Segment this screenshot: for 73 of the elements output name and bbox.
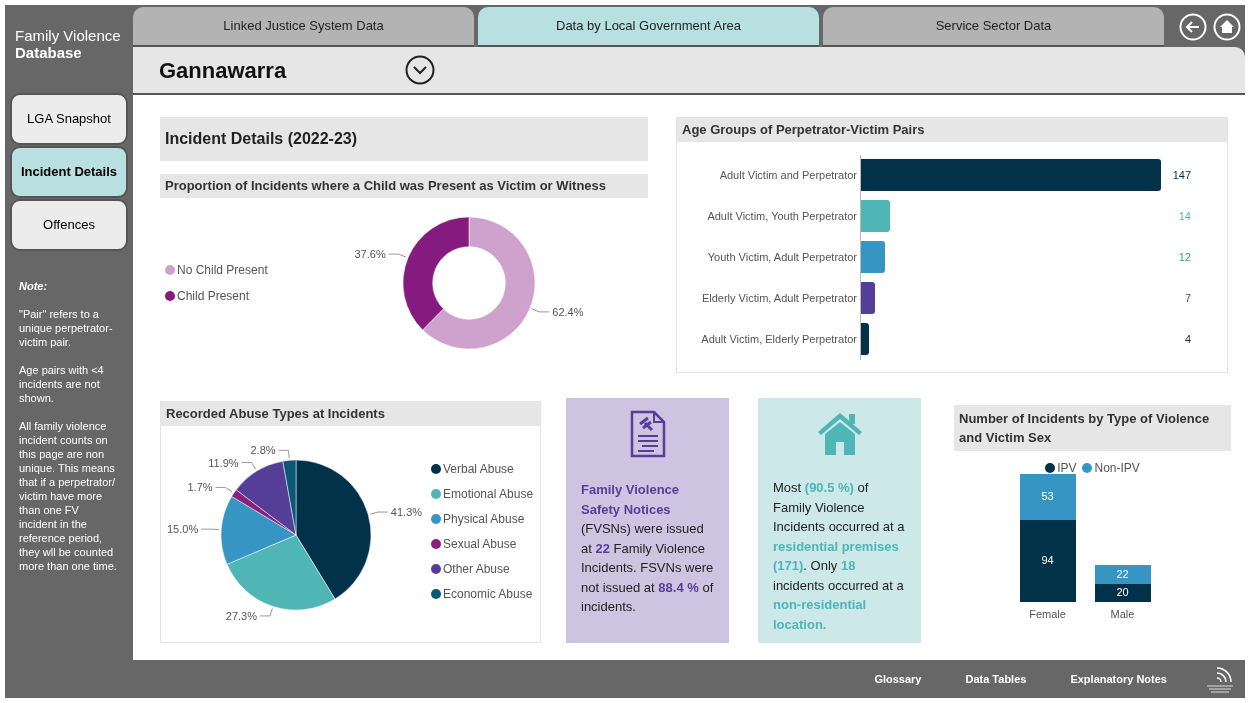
note-title: Note:	[19, 279, 49, 293]
info-text: Most (90.5 %) of Family Violence Incidents occurred at a residential premises (171). Only 18 incidents occurred at a non-residential location.	[772, 479, 906, 634]
footer-link[interactable]: Data Tables	[965, 670, 1027, 688]
data-label: 11.9%	[208, 456, 239, 469]
chart-bar	[861, 323, 870, 355]
axis-label: Elderly Victim, Adult Perpetrator	[700, 290, 858, 306]
dropdown-icon[interactable]	[405, 55, 435, 85]
legend-label: Economic Abuse	[443, 585, 533, 603]
axis-label: Adult Victim and Perpetrator	[718, 167, 858, 183]
axis-label: Male	[1110, 606, 1135, 622]
data-label: 27.3%	[225, 607, 273, 622]
nav-button[interactable]: Incident Details	[10, 146, 128, 198]
legend-label: Emotional Abuse	[443, 485, 534, 503]
axis-label: Adult Victim, Elderly Perpetrator	[700, 331, 858, 347]
data-label: 12	[1177, 249, 1191, 265]
legend-label: Sexual Abuse	[443, 535, 517, 553]
data-label: 2.8%	[250, 443, 276, 456]
chart-title: Number of Incidents by Type of Violence and Victim Sex	[954, 405, 1231, 451]
data-label: 147	[1171, 167, 1191, 183]
legend-label: Child Present	[177, 288, 250, 305]
document-gavel-icon	[629, 410, 666, 458]
nav-button[interactable]: Offences	[10, 199, 128, 251]
chart-title: Recorded Abuse Types at Incidents	[161, 402, 540, 426]
nav-button[interactable]: LGA Snapshot	[10, 93, 128, 145]
legend-label: Verbal Abuse	[443, 460, 514, 478]
footer-link[interactable]: Glossary	[874, 670, 922, 688]
app-title: Family Violence	[15, 27, 122, 44]
tab[interactable]: Linked Justice System Data	[133, 7, 474, 47]
legend-label: Physical Abuse	[443, 510, 525, 528]
data-label: 7	[1183, 290, 1191, 306]
data-label: 27.3%	[225, 609, 258, 622]
chart-bar	[861, 241, 886, 273]
chart-title: Age Groups of Perpetrator-Victim Pairs	[677, 118, 1227, 142]
data-label: 14	[1177, 208, 1191, 224]
chart-title: Proportion of Incidents where a Child was Present as Victim or Witness	[160, 174, 648, 198]
data-label: 15.0%	[167, 522, 199, 535]
data-label: 4	[1183, 331, 1191, 347]
data-label: 20	[1116, 587, 1129, 599]
data-label: 62.4%	[531, 305, 584, 318]
legend-label: Other Abuse	[443, 560, 510, 578]
section-title: Incident Details (2022-23)	[160, 117, 648, 161]
axis-label: Youth Victim, Adult Perpetrator	[706, 249, 858, 265]
data-label: 15.0%	[167, 522, 220, 535]
legend-label: Non-IPV	[1094, 460, 1140, 477]
data-label: 62.4%	[552, 305, 584, 318]
data-label: 2.8%	[250, 443, 290, 459]
data-label: 37.6%	[354, 248, 386, 261]
app-subtitle: Database	[15, 44, 83, 61]
legend-label: IPV	[1057, 460, 1077, 477]
axis-label: Adult Victim, Youth Perpetrator	[706, 208, 858, 224]
axis-label: Female	[1029, 606, 1066, 622]
info-text: Family Violence Safety Notices (FVSNs) were issued at 22 Family Violence Incidents. FSVNs were not issued at 88.4 % of incidents.	[580, 481, 715, 616]
legend-label: No Child Present	[177, 262, 268, 279]
data-label: 94	[1041, 555, 1054, 567]
chart-bar	[861, 282, 876, 314]
data-label: 37.6%	[354, 248, 407, 261]
home-icon[interactable]	[1213, 13, 1241, 41]
data-label: 41.3%	[369, 505, 423, 518]
lga-name: Gannawarra	[159, 56, 288, 85]
footer-link[interactable]: Explanatory Notes	[1070, 670, 1167, 688]
back-icon[interactable]	[1179, 13, 1207, 41]
data-label: 41.3%	[390, 505, 423, 518]
note-text: Age pairs with <4 incidents are not shown.	[19, 363, 105, 405]
data-label: 1.7%	[187, 480, 233, 493]
data-label: 22	[1116, 569, 1129, 581]
data-label: 11.9%	[208, 456, 257, 470]
tab[interactable]: Service Sector Data	[823, 7, 1164, 47]
note-text: "Pair" refers to a unique perpetrator- victim pair.	[19, 307, 114, 349]
note-text: All family violence incident counts on this page are non unique. This means that if a perpetrator/ victim have more than one FV incident in the reference period, they wll be counted more than one time.	[19, 419, 118, 573]
data-label: 1.7%	[187, 480, 213, 493]
tab[interactable]: Data by Local Government Area	[478, 7, 819, 47]
data-label: 53	[1041, 491, 1054, 503]
chart-bar	[861, 200, 890, 232]
